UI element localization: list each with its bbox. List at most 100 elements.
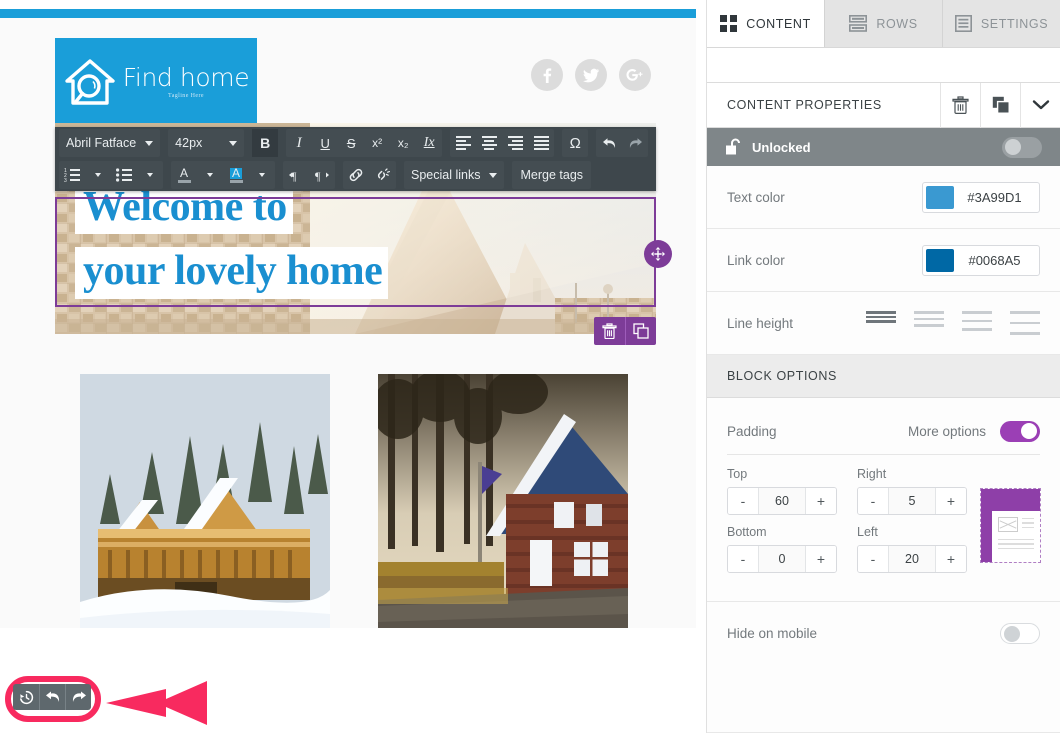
canvas-scroll-area[interactable]: Find home Tagline Here Welcome to your l…: [0, 0, 706, 733]
padding-right-value[interactable]: 5: [888, 488, 936, 514]
padding-left-decrement[interactable]: -: [858, 546, 888, 572]
highlight-color-swatch: [229, 179, 243, 183]
font-family-select[interactable]: Abril Fatface: [59, 129, 160, 157]
undo-history-button[interactable]: [39, 684, 65, 710]
padding-top-stepper[interactable]: - 60 +: [727, 487, 837, 515]
padding-left-value[interactable]: 20: [888, 546, 936, 572]
photo-house-blue-roof[interactable]: [378, 374, 628, 628]
special-character-button[interactable]: Ω: [562, 129, 588, 157]
block-action-buttons[interactable]: [594, 317, 656, 345]
line-height-option-tight[interactable]: [866, 311, 896, 335]
color-group[interactable]: A A: [171, 161, 275, 189]
font-size-select[interactable]: 42px: [168, 129, 244, 157]
tab-settings[interactable]: SETTINGS: [943, 0, 1060, 47]
font-size-group[interactable]: 42px: [168, 129, 245, 157]
special-links-dropdown[interactable]: Special links: [404, 161, 504, 189]
special-links-group[interactable]: Special links: [404, 161, 505, 189]
photo-snowy-cabin[interactable]: [80, 374, 330, 628]
drag-move-handle[interactable]: [644, 240, 672, 268]
twitter-icon[interactable]: [575, 59, 607, 91]
redo-button[interactable]: [622, 129, 648, 157]
clear-formatting-button[interactable]: Ix: [416, 129, 442, 157]
align-center-button[interactable]: [476, 129, 502, 157]
padding-bottom-increment[interactable]: +: [806, 546, 836, 572]
padding-left-stepper[interactable]: - 20 +: [857, 545, 967, 573]
padding-right-stepper[interactable]: - 5 +: [857, 487, 967, 515]
restore-history-button[interactable]: [13, 684, 39, 710]
logo-name: Find home: [122, 63, 250, 92]
undo-button[interactable]: [596, 129, 622, 157]
rtl-button[interactable]: ¶: [309, 161, 335, 189]
special-character-group[interactable]: Ω: [562, 129, 589, 157]
link-group[interactable]: [343, 161, 396, 189]
duplicate-content-button[interactable]: [980, 82, 1020, 128]
text-color-dropdown[interactable]: [197, 161, 223, 189]
line-height-options[interactable]: [866, 311, 1040, 335]
history-buttons[interactable]: [13, 684, 91, 710]
tab-content[interactable]: CONTENT: [707, 0, 825, 47]
merge-tags-button[interactable]: Merge tags: [512, 168, 591, 182]
rich-text-toolbar[interactable]: Abril Fatface 42px B I U S x² x₂ Ix Ω 1 …: [55, 127, 656, 191]
superscript-button[interactable]: x²: [364, 129, 390, 157]
align-left-button[interactable]: [450, 129, 476, 157]
redo-history-button[interactable]: [65, 684, 91, 710]
lock-status-bar[interactable]: Unlocked: [707, 128, 1060, 166]
merge-tags-group[interactable]: Merge tags: [512, 161, 592, 189]
text-style-group[interactable]: B: [252, 129, 279, 157]
strikethrough-button[interactable]: S: [338, 129, 364, 157]
highlight-color-dropdown[interactable]: [249, 161, 275, 189]
text-color-value: #3A99D1: [967, 189, 1022, 205]
numbered-list-button[interactable]: 123: [59, 161, 85, 189]
direction-group[interactable]: ¶ ¶: [283, 161, 335, 189]
padding-top-value[interactable]: 60: [758, 488, 806, 514]
subscript-button[interactable]: x₂: [390, 129, 416, 157]
delete-block-button[interactable]: [594, 317, 625, 345]
highlight-color-button[interactable]: A: [223, 161, 249, 189]
bullet-list-dropdown[interactable]: [137, 161, 163, 189]
align-justify-button[interactable]: [528, 129, 554, 157]
panel-tabs[interactable]: CONTENT ROWS SETTINGS: [707, 0, 1060, 48]
history-toolbar[interactable]: [13, 684, 91, 710]
bold-button[interactable]: B: [252, 129, 279, 157]
undo-redo-group[interactable]: [596, 129, 649, 157]
text-color-button[interactable]: A: [171, 161, 197, 189]
tab-settings-label: SETTINGS: [980, 16, 1049, 31]
hide-on-mobile-toggle[interactable]: [1000, 622, 1040, 644]
insert-link-button[interactable]: [343, 161, 369, 189]
hero-headline-line2[interactable]: your lovely home: [75, 247, 389, 299]
padding-bottom-decrement[interactable]: -: [728, 546, 758, 572]
text-format-group[interactable]: I U S x² x₂ Ix: [286, 129, 443, 157]
logo-block[interactable]: Find home Tagline Here: [55, 38, 257, 126]
unlink-button[interactable]: [369, 161, 396, 189]
font-family-group[interactable]: Abril Fatface: [59, 129, 161, 157]
underline-button[interactable]: U: [312, 129, 338, 157]
delete-content-button[interactable]: [940, 82, 980, 128]
italic-button[interactable]: I: [286, 129, 312, 157]
padding-bottom-value[interactable]: 0: [758, 546, 806, 572]
align-right-button[interactable]: [502, 129, 528, 157]
padding-bottom-stepper[interactable]: - 0 +: [727, 545, 837, 573]
link-color-picker[interactable]: #0068A5: [922, 244, 1040, 276]
email-canvas[interactable]: Find home Tagline Here Welcome to your l…: [0, 0, 706, 733]
padding-top-decrement[interactable]: -: [728, 488, 758, 514]
text-color-picker[interactable]: #3A99D1: [922, 181, 1040, 213]
line-height-option-relaxed[interactable]: [962, 311, 992, 335]
line-height-option-loose[interactable]: [1010, 311, 1040, 335]
more-options-toggle[interactable]: [1000, 420, 1040, 442]
facebook-icon[interactable]: [531, 59, 563, 91]
lock-toggle[interactable]: [1002, 136, 1042, 158]
padding-right-decrement[interactable]: -: [858, 488, 888, 514]
padding-left-increment[interactable]: +: [936, 546, 966, 572]
tab-rows[interactable]: ROWS: [825, 0, 943, 47]
padding-right-increment[interactable]: +: [936, 488, 966, 514]
numbered-list-dropdown[interactable]: [85, 161, 111, 189]
bullet-list-button[interactable]: [111, 161, 137, 189]
collapse-panel-button[interactable]: [1020, 82, 1060, 128]
googleplus-icon[interactable]: [619, 59, 651, 91]
alignment-group[interactable]: [450, 129, 555, 157]
ltr-button[interactable]: ¶: [283, 161, 309, 189]
duplicate-block-button[interactable]: [625, 317, 656, 345]
line-height-option-normal[interactable]: [914, 311, 944, 335]
padding-top-increment[interactable]: +: [806, 488, 836, 514]
list-group[interactable]: 123: [59, 161, 163, 189]
